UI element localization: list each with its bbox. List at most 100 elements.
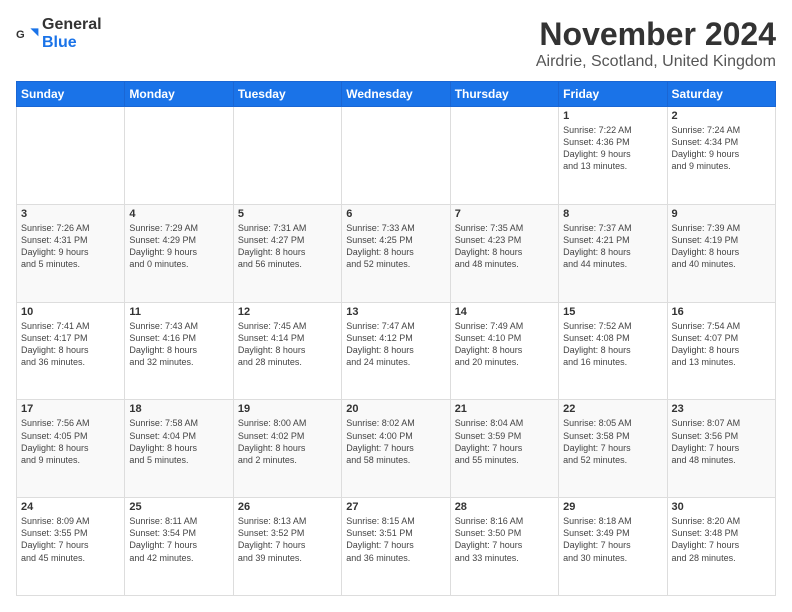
day-number: 13	[346, 306, 445, 318]
day-number: 9	[672, 208, 771, 220]
calendar-cell: 24Sunrise: 8:09 AM Sunset: 3:55 PM Dayli…	[17, 498, 125, 596]
day-number: 21	[455, 403, 554, 415]
day-info: Sunrise: 8:20 AM Sunset: 3:48 PM Dayligh…	[672, 515, 771, 564]
day-info: Sunrise: 7:39 AM Sunset: 4:19 PM Dayligh…	[672, 222, 771, 271]
day-number: 7	[455, 208, 554, 220]
day-info: Sunrise: 8:04 AM Sunset: 3:59 PM Dayligh…	[455, 417, 554, 466]
page: G General Blue November 2024 Airdrie, Sc…	[0, 0, 792, 612]
svg-text:G: G	[16, 29, 25, 41]
day-number: 14	[455, 306, 554, 318]
calendar-cell: 12Sunrise: 7:45 AM Sunset: 4:14 PM Dayli…	[233, 302, 341, 400]
calendar-cell: 11 Sunrise: 7:43 AM Sunset: 4:16 PM Dayli…	[125, 302, 233, 400]
week-row-2: 10 Sunrise: 7:41 AM Sunset: 4:17 PM Dayli…	[17, 302, 776, 400]
calendar-cell: 1Sunrise: 7:22 AM Sunset: 4:36 PM Daylig…	[559, 107, 667, 205]
day-number: 22	[563, 403, 662, 415]
day-number: 26	[238, 501, 337, 513]
calendar-cell: 14Sunrise: 7:49 AM Sunset: 4:10 PM Dayli…	[450, 302, 558, 400]
calendar-header-row: SundayMondayTuesdayWednesdayThursdayFrid…	[17, 82, 776, 107]
calendar-table: SundayMondayTuesdayWednesdayThursdayFrid…	[16, 81, 776, 596]
week-row-3: 17Sunrise: 7:56 AM Sunset: 4:05 PM Dayli…	[17, 400, 776, 498]
calendar-cell	[450, 107, 558, 205]
logo: G General Blue	[16, 16, 102, 52]
logo-blue: Blue	[42, 34, 77, 51]
calendar-cell: 29 Sunrise: 8:18 AM Sunset: 3:49 PM Dayli…	[559, 498, 667, 596]
day-number: 25	[129, 501, 228, 513]
day-info: Sunrise: 8:18 AM Sunset: 3:49 PM Dayligh…	[563, 515, 662, 564]
day-number: 15	[563, 306, 662, 318]
day-number: 16	[672, 306, 771, 318]
calendar-cell: 19Sunrise: 8:00 AM Sunset: 4:02 PM Dayli…	[233, 400, 341, 498]
day-info: Sunrise: 8:05 AM Sunset: 3:58 PM Dayligh…	[563, 417, 662, 466]
calendar-cell: 13Sunrise: 7:47 AM Sunset: 4:12 PM Dayli…	[342, 302, 450, 400]
day-number: 24	[21, 501, 120, 513]
calendar-cell: 18 Sunrise: 7:58 AM Sunset: 4:04 PM Dayli…	[125, 400, 233, 498]
week-row-4: 24Sunrise: 8:09 AM Sunset: 3:55 PM Dayli…	[17, 498, 776, 596]
day-info: Sunrise: 7:33 AM Sunset: 4:25 PM Dayligh…	[346, 222, 445, 271]
day-number: 27	[346, 501, 445, 513]
calendar-cell: 2 Sunrise: 7:24 AM Sunset: 4:34 PM Daylig…	[667, 107, 775, 205]
calendar-cell: 6 Sunrise: 7:33 AM Sunset: 4:25 PM Daylig…	[342, 204, 450, 302]
day-info: Sunrise: 7:58 AM Sunset: 4:04 PM Dayligh…	[129, 417, 228, 466]
header-wednesday: Wednesday	[342, 82, 450, 107]
header-thursday: Thursday	[450, 82, 558, 107]
calendar-cell	[342, 107, 450, 205]
calendar-cell: 8Sunrise: 7:37 AM Sunset: 4:21 PM Daylig…	[559, 204, 667, 302]
day-number: 30	[672, 501, 771, 513]
day-number: 23	[672, 403, 771, 415]
day-info: Sunrise: 7:26 AM Sunset: 4:31 PM Dayligh…	[21, 222, 120, 271]
calendar-cell	[17, 107, 125, 205]
day-number: 4	[129, 208, 228, 220]
day-info: Sunrise: 7:56 AM Sunset: 4:05 PM Dayligh…	[21, 417, 120, 466]
day-info: Sunrise: 7:43 AM Sunset: 4:16 PM Dayligh…	[129, 320, 228, 369]
day-number: 5	[238, 208, 337, 220]
day-info: Sunrise: 7:41 AM Sunset: 4:17 PM Dayligh…	[21, 320, 120, 369]
calendar-cell: 20 Sunrise: 8:02 AM Sunset: 4:00 PM Dayli…	[342, 400, 450, 498]
calendar-cell: 22 Sunrise: 8:05 AM Sunset: 3:58 PM Dayli…	[559, 400, 667, 498]
calendar-cell	[125, 107, 233, 205]
day-info: Sunrise: 8:00 AM Sunset: 4:02 PM Dayligh…	[238, 417, 337, 466]
calendar-cell: 3 Sunrise: 7:26 AM Sunset: 4:31 PM Daylig…	[17, 204, 125, 302]
day-number: 29	[563, 501, 662, 513]
day-info: Sunrise: 8:02 AM Sunset: 4:00 PM Dayligh…	[346, 417, 445, 466]
day-info: Sunrise: 7:37 AM Sunset: 4:21 PM Dayligh…	[563, 222, 662, 271]
main-title: November 2024	[536, 16, 776, 53]
day-info: Sunrise: 8:07 AM Sunset: 3:56 PM Dayligh…	[672, 417, 771, 466]
calendar-cell: 15 Sunrise: 7:52 AM Sunset: 4:08 PM Dayli…	[559, 302, 667, 400]
header-monday: Monday	[125, 82, 233, 107]
logo-icon: G	[16, 22, 40, 46]
day-number: 18	[129, 403, 228, 415]
day-info: Sunrise: 8:16 AM Sunset: 3:50 PM Dayligh…	[455, 515, 554, 564]
calendar-cell: 25 Sunrise: 8:11 AM Sunset: 3:54 PM Dayli…	[125, 498, 233, 596]
header-saturday: Saturday	[667, 82, 775, 107]
day-number: 11	[129, 306, 228, 318]
calendar-cell: 7 Sunrise: 7:35 AM Sunset: 4:23 PM Daylig…	[450, 204, 558, 302]
day-number: 2	[672, 110, 771, 122]
day-number: 3	[21, 208, 120, 220]
day-info: Sunrise: 8:11 AM Sunset: 3:54 PM Dayligh…	[129, 515, 228, 564]
subtitle: Airdrie, Scotland, United Kingdom	[536, 53, 776, 71]
calendar-cell: 30 Sunrise: 8:20 AM Sunset: 3:48 PM Dayli…	[667, 498, 775, 596]
header-friday: Friday	[559, 82, 667, 107]
header-sunday: Sunday	[17, 82, 125, 107]
calendar-cell	[233, 107, 341, 205]
day-number: 6	[346, 208, 445, 220]
day-info: Sunrise: 7:35 AM Sunset: 4:23 PM Dayligh…	[455, 222, 554, 271]
day-info: Sunrise: 7:52 AM Sunset: 4:08 PM Dayligh…	[563, 320, 662, 369]
day-number: 28	[455, 501, 554, 513]
title-section: November 2024 Airdrie, Scotland, United …	[536, 16, 776, 71]
calendar-cell: 4 Sunrise: 7:29 AM Sunset: 4:29 PM Daylig…	[125, 204, 233, 302]
day-info: Sunrise: 8:13 AM Sunset: 3:52 PM Dayligh…	[238, 515, 337, 564]
calendar-cell: 27Sunrise: 8:15 AM Sunset: 3:51 PM Dayli…	[342, 498, 450, 596]
day-info: Sunrise: 7:24 AM Sunset: 4:34 PM Dayligh…	[672, 124, 771, 173]
day-number: 20	[346, 403, 445, 415]
logo-text: General Blue	[42, 16, 102, 52]
week-row-1: 3 Sunrise: 7:26 AM Sunset: 4:31 PM Daylig…	[17, 204, 776, 302]
day-info: Sunrise: 7:31 AM Sunset: 4:27 PM Dayligh…	[238, 222, 337, 271]
header: G General Blue November 2024 Airdrie, Sc…	[16, 16, 776, 71]
day-info: Sunrise: 7:45 AM Sunset: 4:14 PM Dayligh…	[238, 320, 337, 369]
calendar-cell: 23 Sunrise: 8:07 AM Sunset: 3:56 PM Dayli…	[667, 400, 775, 498]
day-number: 10	[21, 306, 120, 318]
calendar-cell: 5 Sunrise: 7:31 AM Sunset: 4:27 PM Daylig…	[233, 204, 341, 302]
day-info: Sunrise: 7:29 AM Sunset: 4:29 PM Dayligh…	[129, 222, 228, 271]
header-tuesday: Tuesday	[233, 82, 341, 107]
